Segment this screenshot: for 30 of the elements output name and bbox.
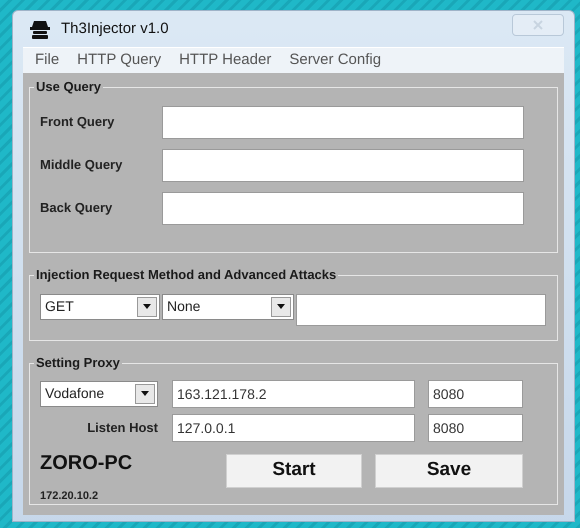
close-button[interactable] [512, 14, 564, 36]
field-label: Middle Query [40, 156, 124, 174]
input-field[interactable]: 127.0.0.1 [172, 414, 415, 442]
caret-icon [271, 296, 291, 316]
action-button[interactable]: Start [226, 454, 362, 488]
window-title: Th3Injector v1.0 [61, 18, 169, 39]
dropdown[interactable]: GET [40, 294, 160, 320]
input-field[interactable] [296, 294, 546, 326]
caret-icon [135, 384, 155, 404]
menu-item[interactable]: File [35, 48, 60, 72]
input-field[interactable]: 163.121.178.2 [172, 380, 415, 408]
spy-icon [29, 18, 51, 39]
input-field[interactable] [162, 148, 524, 182]
action-button[interactable]: Save [375, 454, 523, 488]
field-label: Listen Host [86, 418, 159, 437]
input-field[interactable] [162, 192, 524, 224]
input-field[interactable]: 8080 [428, 414, 523, 442]
close-icon [533, 20, 543, 30]
caret-icon [137, 296, 157, 316]
menu-item[interactable]: HTTP Query [77, 48, 162, 72]
ip-address: 172.20.10.2 [40, 488, 100, 504]
field-label: Back Query [40, 199, 114, 218]
menu-item[interactable]: Server Config [289, 48, 382, 72]
computer-name: ZORO-PC [40, 450, 134, 476]
input-field[interactable]: 8080 [428, 380, 523, 408]
dropdown[interactable]: None [162, 294, 294, 320]
input-field[interactable] [162, 106, 524, 138]
menu-item[interactable]: HTTP Header [179, 48, 272, 72]
field-label: Front Query [40, 113, 116, 132]
dropdown[interactable]: Vodafone [40, 380, 158, 406]
